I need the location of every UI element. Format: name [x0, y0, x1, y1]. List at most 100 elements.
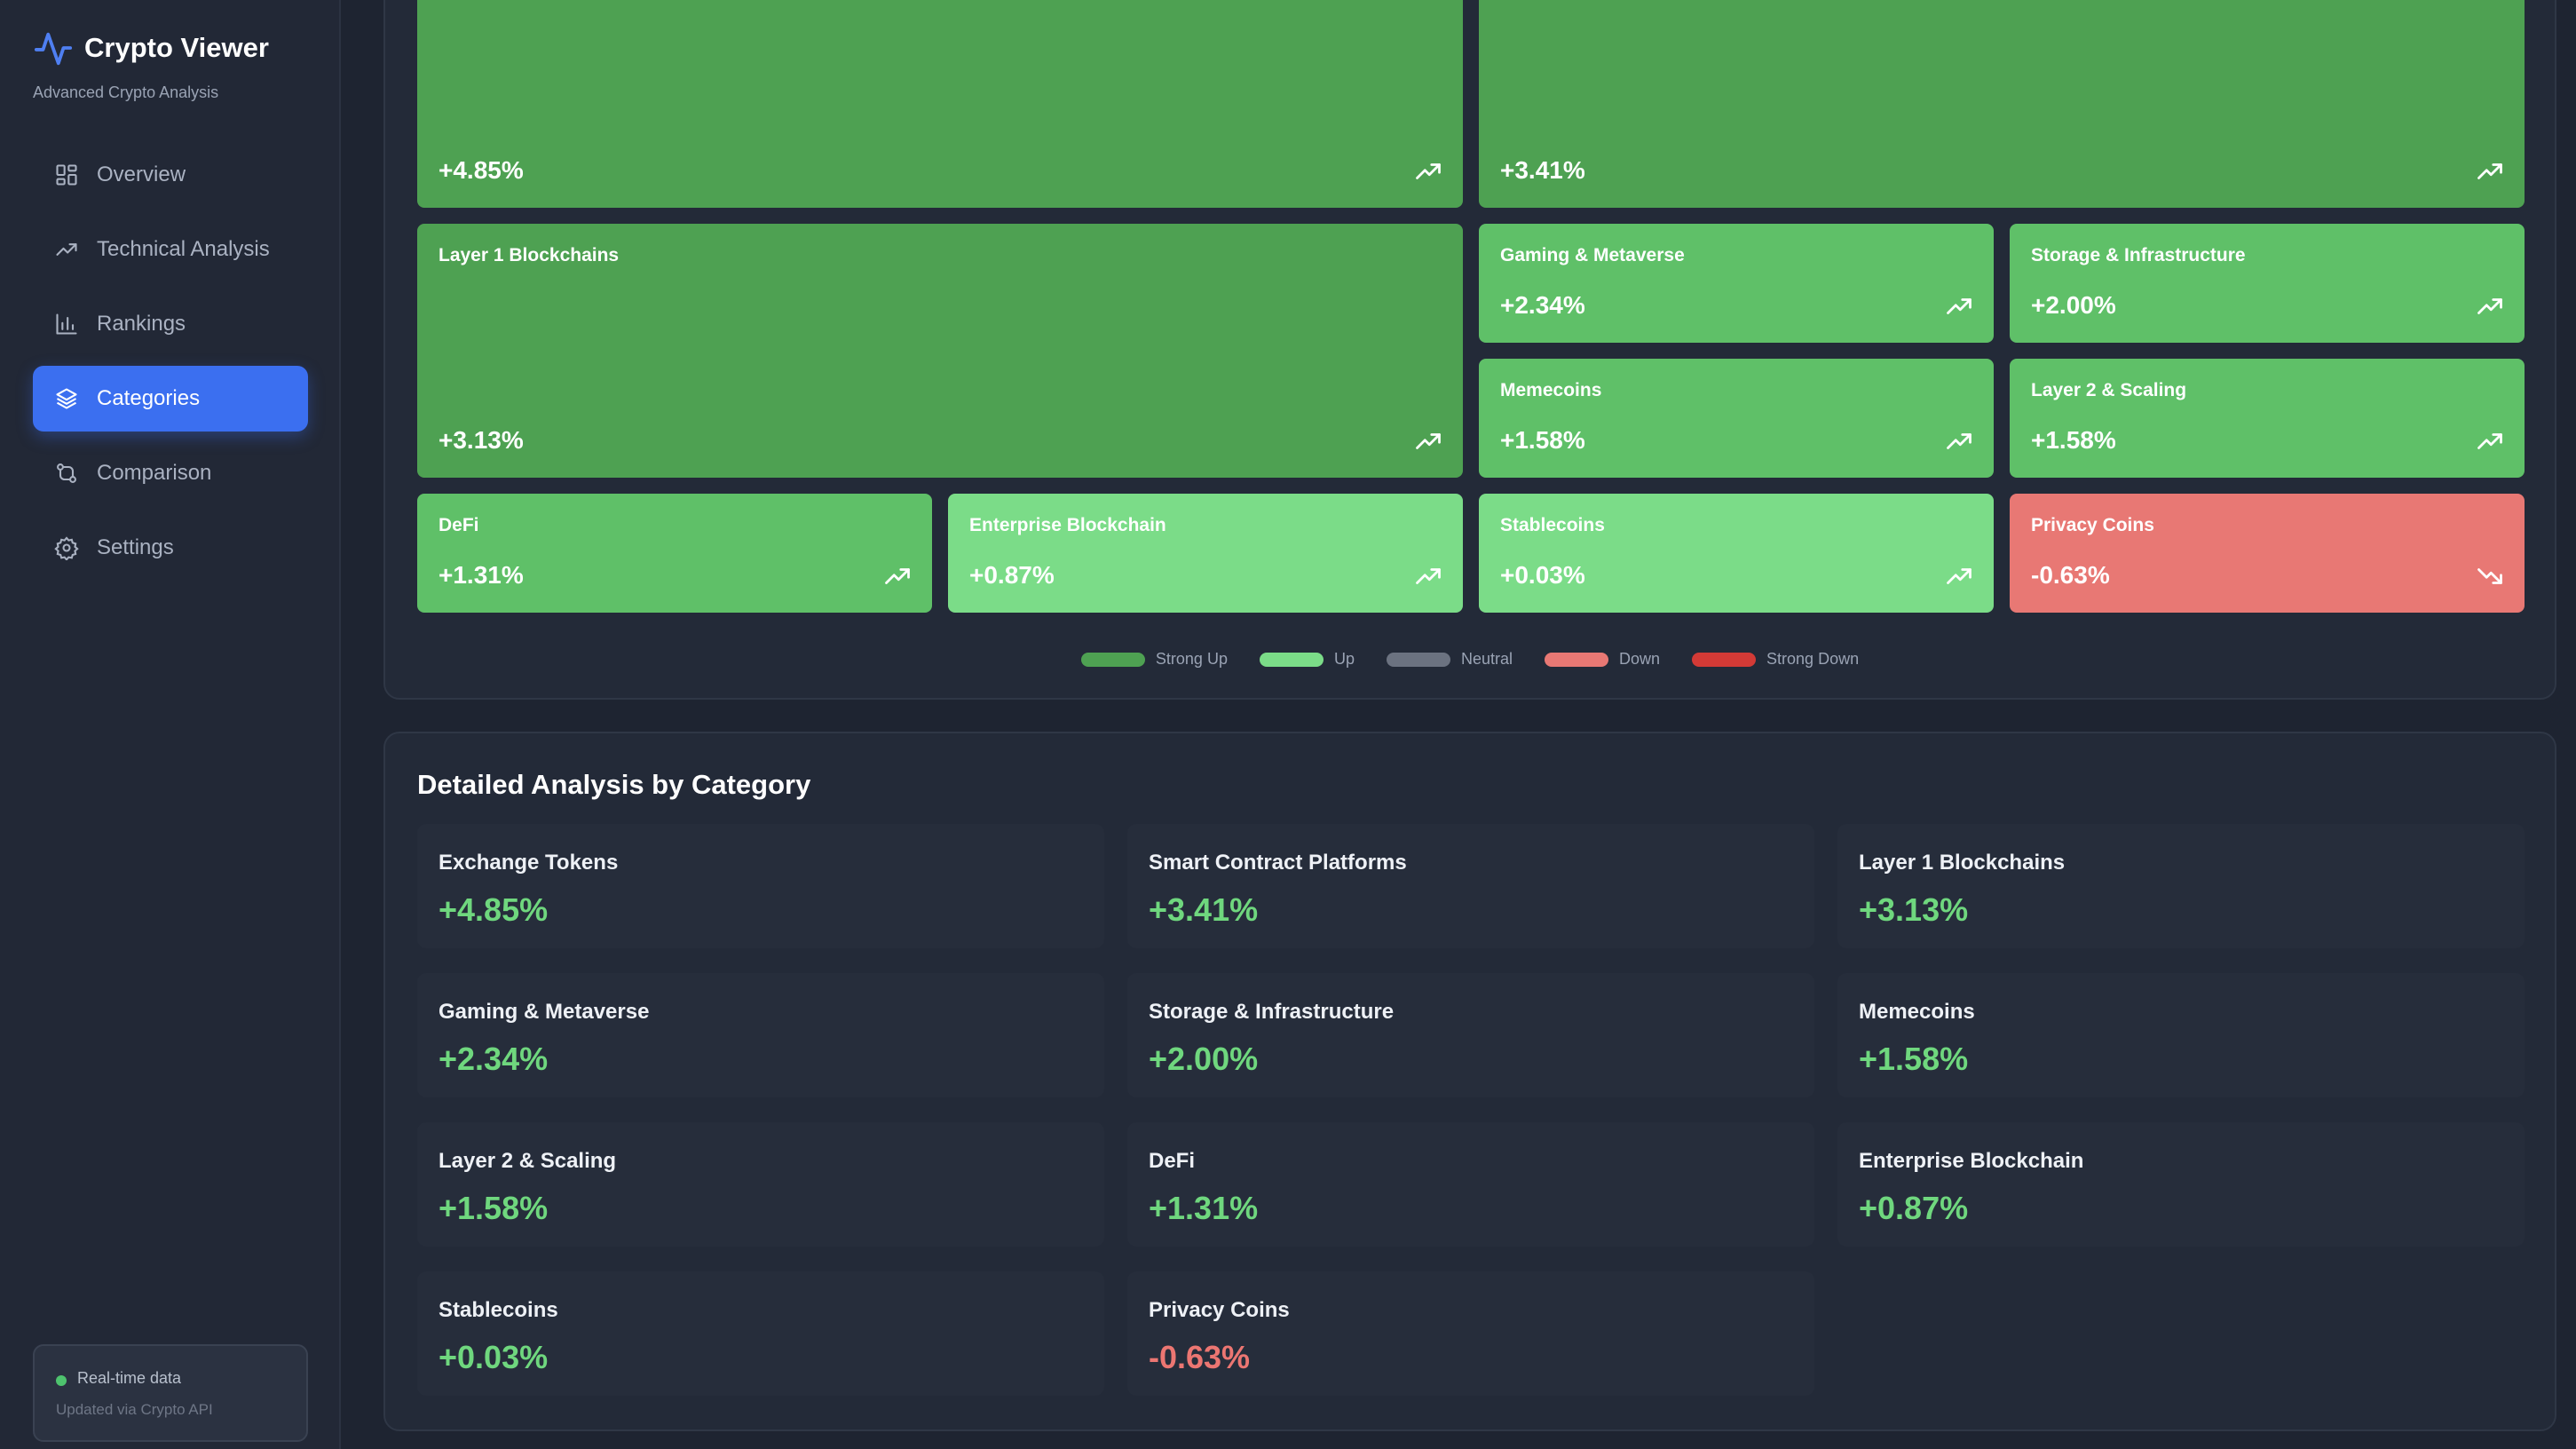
- card-name: Memecoins: [1859, 1000, 1975, 1024]
- category-card-layer-1-blockchains[interactable]: Layer 1 Blockchains +3.13%: [1837, 824, 2525, 948]
- tile-name: Stablecoins: [1500, 515, 1605, 535]
- tile-name: Enterprise Blockchain: [969, 515, 1166, 535]
- card-name: Gaming & Metaverse: [439, 1000, 650, 1024]
- card-name: DeFi: [1149, 1149, 1196, 1173]
- nav-item-technical-analysis[interactable]: Technical Analysis: [33, 217, 308, 282]
- tile-name: Memecoins: [1500, 380, 1602, 400]
- nav-item-rankings[interactable]: Rankings: [33, 291, 308, 357]
- tile-value: +1.31%: [439, 561, 524, 589]
- nav-item-categories[interactable]: Categories: [33, 366, 308, 432]
- trending-up-icon: [885, 568, 910, 584]
- card-name: Exchange Tokens: [439, 851, 619, 875]
- trending-up-icon: [1947, 568, 1972, 584]
- layers-icon: [54, 386, 79, 411]
- legend-item-neutral: Neutral: [1386, 650, 1513, 669]
- heatmap-tile-memecoins[interactable]: Memecoins +1.58%: [1479, 359, 1994, 478]
- card-value: +2.34%: [439, 1041, 549, 1077]
- card-name: Stablecoins: [439, 1298, 558, 1322]
- category-card-layer-2-scaling[interactable]: Layer 2 & Scaling +1.58%: [417, 1122, 1104, 1247]
- category-card-storage-infrastructure[interactable]: Storage & Infrastructure +2.00%: [1127, 973, 1814, 1097]
- tile-name: Layer 2 & Scaling: [2031, 380, 2187, 400]
- category-card-stablecoins[interactable]: Stablecoins +0.03%: [417, 1271, 1104, 1396]
- category-card-gaming-metaverse[interactable]: Gaming & Metaverse +2.34%: [417, 973, 1104, 1097]
- card-value: +0.03%: [439, 1339, 549, 1375]
- heatmap-legend: Strong Up Up Neutral Down Strong Down: [385, 650, 2555, 669]
- trending-up-icon: [2477, 433, 2502, 449]
- category-heatmap: +4.85% +3.41% Layer 1 Blockchains +3.13%…: [383, 0, 2556, 700]
- trending-up-icon: [1416, 163, 1441, 179]
- legend-item-down: Down: [1545, 650, 1660, 669]
- card-value: +4.85%: [439, 891, 549, 928]
- category-card-smart-contract-platforms[interactable]: Smart Contract Platforms +3.41%: [1127, 824, 1814, 948]
- card-value: +2.00%: [1149, 1041, 1259, 1077]
- heatmap-tile-privacy-coins[interactable]: Privacy Coins -0.63%: [2010, 494, 2525, 613]
- legend-label: Strong Up: [1155, 650, 1228, 668]
- card-name: Enterprise Blockchain: [1859, 1149, 2084, 1173]
- nav-label: Technical Analysis: [97, 237, 270, 261]
- card-name: Storage & Infrastructure: [1149, 1000, 1395, 1024]
- heatmap-tile-smart-contract-platforms[interactable]: +3.41%: [1479, 0, 2525, 208]
- tile-name: Layer 1 Blockchains: [439, 245, 620, 265]
- grid-icon: [54, 162, 79, 187]
- heatmap-tile-defi[interactable]: DeFi +1.31%: [417, 494, 932, 613]
- heatmap-tile-exchange-tokens[interactable]: +4.85%: [417, 0, 1463, 208]
- status-subtitle: Updated via Crypto API: [56, 1401, 213, 1418]
- detailed-analysis: Detailed Analysis by Category Exchange T…: [383, 732, 2556, 1431]
- tile-value: +0.87%: [969, 561, 1055, 589]
- category-card-memecoins[interactable]: Memecoins +1.58%: [1837, 973, 2525, 1097]
- tile-value: +4.85%: [439, 156, 524, 184]
- heatmap-tile-layer-1-blockchains[interactable]: Layer 1 Blockchains +3.13%: [417, 224, 1463, 478]
- card-value: +1.31%: [1149, 1190, 1259, 1226]
- sidebar: Crypto Viewer Advanced Crypto Analysis O…: [0, 0, 341, 1449]
- card-value: +3.13%: [1859, 891, 1969, 928]
- category-card-privacy-coins[interactable]: Privacy Coins -0.63%: [1127, 1271, 1814, 1396]
- legend-item-strong-down: Strong Down: [1692, 650, 1859, 669]
- git-compare-icon: [54, 461, 79, 486]
- trending-up-icon: [1947, 433, 1972, 449]
- category-card-exchange-tokens[interactable]: Exchange Tokens +4.85%: [417, 824, 1104, 948]
- tile-value: +1.58%: [1500, 426, 1585, 454]
- card-name: Smart Contract Platforms: [1149, 851, 1407, 875]
- card-value: +1.58%: [439, 1190, 549, 1226]
- heatmap-tile-gaming-metaverse[interactable]: Gaming & Metaverse +2.34%: [1479, 224, 1994, 343]
- card-value: +1.58%: [1859, 1041, 1969, 1077]
- tile-name: Storage & Infrastructure: [2031, 245, 2246, 265]
- status-title: Real-time data: [77, 1369, 182, 1387]
- tile-value: +2.00%: [2031, 291, 2116, 319]
- nav-label: Rankings: [97, 312, 186, 336]
- heatmap-tile-stablecoins[interactable]: Stablecoins +0.03%: [1479, 494, 1994, 613]
- tile-name: Gaming & Metaverse: [1500, 245, 1685, 265]
- nav-label: Overview: [97, 162, 186, 186]
- tile-value: +1.58%: [2031, 426, 2116, 454]
- trending-up-icon: [2477, 163, 2502, 179]
- trending-up-icon: [2477, 298, 2502, 314]
- nav-label: Categories: [97, 386, 201, 410]
- nav-label: Comparison: [97, 461, 212, 485]
- nav-item-comparison[interactable]: Comparison: [33, 440, 308, 506]
- heatmap-tile-enterprise-blockchain[interactable]: Enterprise Blockchain +0.87%: [948, 494, 1463, 613]
- heatmap-tile-layer-2-scaling[interactable]: Layer 2 & Scaling +1.58%: [2010, 359, 2525, 478]
- legend-swatch: [1259, 652, 1324, 667]
- tile-value: +2.34%: [1500, 291, 1585, 319]
- category-card-defi[interactable]: DeFi +1.31%: [1127, 1122, 1814, 1247]
- card-name: Layer 1 Blockchains: [1859, 851, 2066, 875]
- heatmap-tile-storage-infrastructure[interactable]: Storage & Infrastructure +2.00%: [2010, 224, 2525, 343]
- legend-label: Neutral: [1460, 650, 1513, 668]
- brand[interactable]: Crypto Viewer: [33, 27, 269, 69]
- legend-label: Down: [1619, 650, 1661, 668]
- legend-swatch: [1692, 652, 1757, 667]
- status-dot: [56, 1375, 67, 1386]
- category-card-enterprise-blockchain[interactable]: Enterprise Blockchain +0.87%: [1837, 1122, 2525, 1247]
- tile-name: Privacy Coins: [2031, 515, 2154, 535]
- legend-swatch: [1386, 652, 1450, 667]
- tile-value: +3.41%: [1500, 156, 1585, 184]
- nav-item-settings[interactable]: Settings: [33, 515, 308, 581]
- card-name: Layer 2 & Scaling: [439, 1149, 617, 1173]
- legend-item-strong-up: Strong Up: [1080, 650, 1228, 669]
- trending-down-icon: [2477, 568, 2502, 584]
- trending-up-icon: [1416, 433, 1441, 449]
- nav-item-overview[interactable]: Overview: [33, 142, 308, 208]
- section-title: Detailed Analysis by Category: [417, 769, 811, 800]
- legend-label: Up: [1333, 650, 1355, 668]
- gear-icon: [54, 535, 79, 560]
